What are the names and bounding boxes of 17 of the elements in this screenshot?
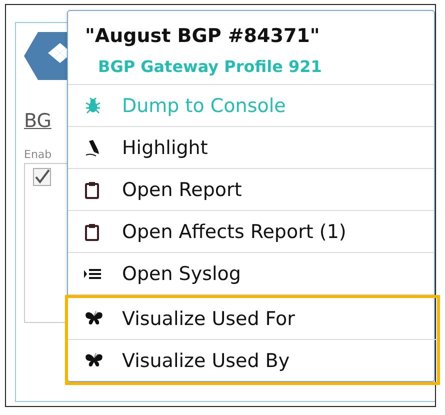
menu-title: "August BGP #84371" <box>85 25 321 47</box>
list-icon <box>84 266 102 280</box>
menu-item[interactable]: Open Syslog <box>68 253 434 295</box>
menu-item[interactable]: Highlight <box>68 127 434 169</box>
clipboard-icon <box>84 180 100 198</box>
marker-icon <box>84 138 102 156</box>
bug-icon <box>84 96 102 114</box>
butterfly-icon <box>84 310 104 328</box>
menu-item[interactable]: Open Report <box>68 169 434 211</box>
menu-item[interactable]: Visualize Used For <box>68 298 437 340</box>
field-label: Enab <box>24 148 53 161</box>
menu-item[interactable]: Visualize Used By <box>68 340 437 382</box>
page-heading[interactable]: BG <box>24 110 64 132</box>
menu-subtitle: BGP Gateway Profile 921 <box>98 57 323 76</box>
menu-item[interactable]: Open Affects Report (1) <box>68 211 434 253</box>
clipboard-icon <box>84 222 100 240</box>
checkbox[interactable] <box>33 168 51 186</box>
